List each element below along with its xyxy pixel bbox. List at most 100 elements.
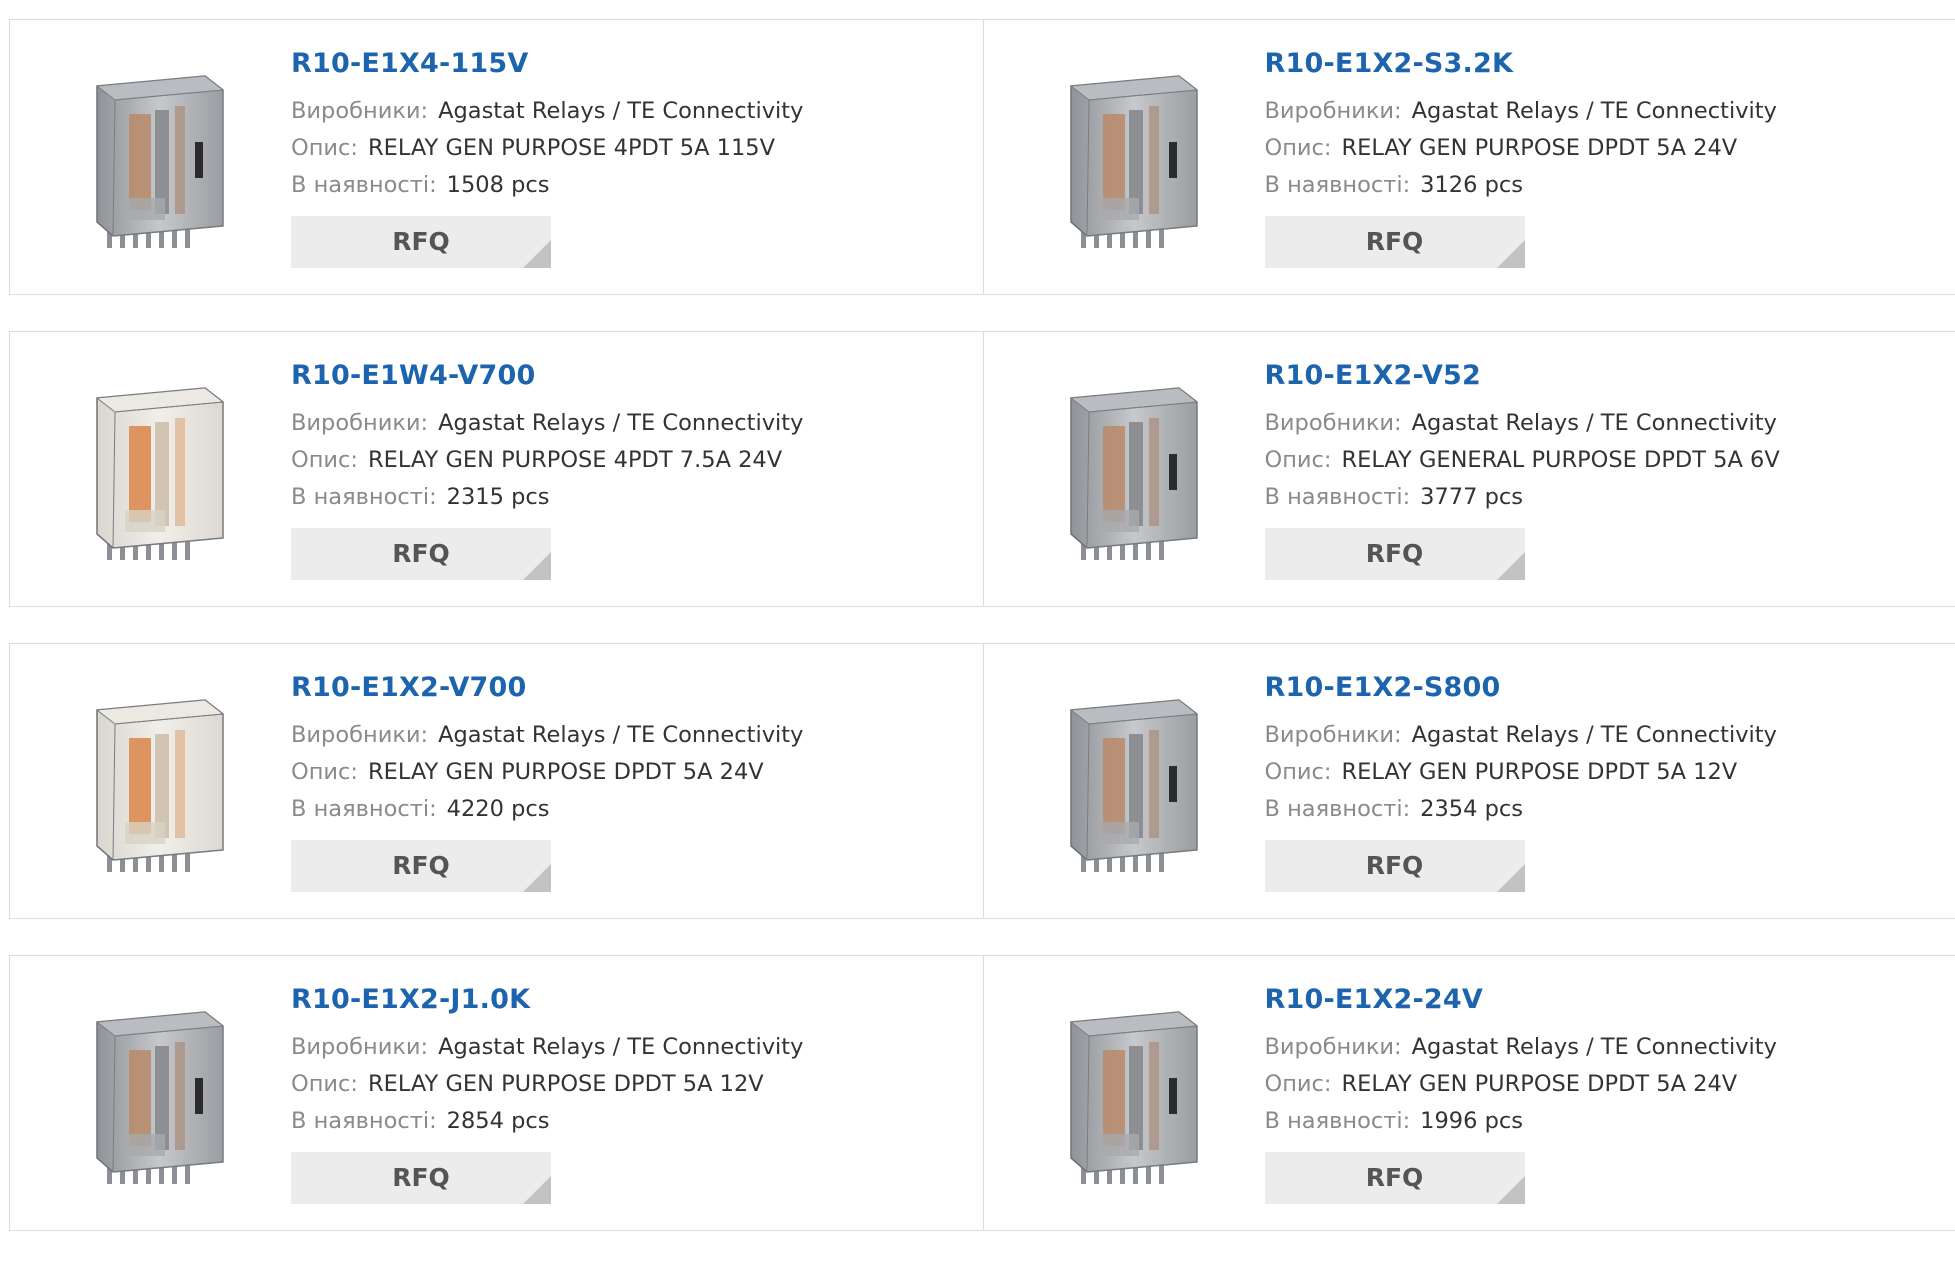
stock-value: 4220 pcs [447, 796, 550, 822]
relay-product-image[interactable] [1029, 994, 1229, 1194]
manufacturer-line: Виробники:Agastat Relays / TE Connectivi… [1265, 405, 1780, 442]
rfq-button[interactable]: RFQ [291, 528, 551, 580]
product-info: R10-E1X2-24V Виробники:Agastat Relays / … [1265, 984, 1777, 1204]
stock-label: В наявності: [291, 796, 437, 822]
stock-value: 1996 pcs [1420, 1108, 1523, 1134]
description-line: Опис:RELAY GEN PURPOSE DPDT 5A 12V [291, 1066, 803, 1103]
stock-label: В наявності: [291, 1108, 437, 1134]
manufacturer-label: Виробники: [291, 98, 428, 124]
stock-line: В наявності: 2315 pcs [291, 479, 803, 516]
description-line: Опис: RELAY GENERAL PURPOSE DPDT 5A 6V [1265, 442, 1780, 479]
manufacturer-line: Виробники:Agastat Relays / TE Connectivi… [291, 1029, 803, 1066]
stock-line: В наявності:1996 pcs [1265, 1103, 1777, 1140]
stock-label: В наявності: [1265, 796, 1411, 822]
description-label: Опис: [1265, 1071, 1332, 1097]
stock-value: 2315 pcs [447, 484, 550, 510]
description-value: RELAY GENERAL PURPOSE DPDT 5A 6V [1342, 447, 1780, 473]
manufacturer-value: Agastat Relays / TE Connectivity [1412, 722, 1777, 748]
product-info: R10-E1W4-V700 Виробники: Agastat Relays /… [291, 360, 803, 580]
description-line: Опис:RELAY GEN PURPOSE DPDT 5A 24V [291, 754, 803, 791]
description-label: Опис: [1265, 447, 1332, 473]
product-row: R10-E1X2-J1.0K Виробники:Agastat Relays … [9, 955, 1955, 1231]
corner-triangle-icon [1497, 240, 1525, 268]
part-number-link[interactable]: R10-E1X2-S3.2K [1265, 48, 1777, 80]
relay-product-image[interactable] [1029, 370, 1229, 570]
product-row: R10-E1X2-V700 Виробники:Agastat Relays /… [9, 643, 1955, 919]
manufacturer-label: Виробники: [291, 410, 428, 436]
description-value: RELAY GEN PURPOSE 4PDT 5A 115V [368, 135, 775, 161]
product-info: R10-E1X2-S800 Виробники:Agastat Relays /… [1265, 672, 1777, 892]
product-row: R10-E1X4-115V Виробники: Agastat Relays /… [9, 19, 1955, 295]
description-value: RELAY GEN PURPOSE 4PDT 7.5A 24V [368, 447, 782, 473]
product-info: R10-E1X2-V52 Виробники:Agastat Relays / … [1265, 360, 1780, 580]
part-number-link[interactable]: R10-E1X2-S800 [1265, 672, 1777, 704]
part-number-link[interactable]: R10-E1X2-V700 [291, 672, 803, 704]
relay-product-image[interactable] [1029, 682, 1229, 882]
manufacturer-line: Виробники: Agastat Relays / TE Connectivi… [291, 405, 803, 442]
product-card: R10-E1X2-J1.0K Виробники:Agastat Relays … [10, 956, 983, 1230]
description-line: Опис: RELAY GEN PURPOSE 4PDT 5A 115V [291, 130, 803, 167]
part-number-link[interactable]: R10-E1X4-115V [291, 48, 803, 80]
description-line: Опис: RELAY GEN PURPOSE DPDT 5A 24V [1265, 130, 1777, 167]
stock-label: В наявності: [291, 484, 437, 510]
rfq-button-label: RFQ [1366, 227, 1424, 256]
stock-value: 3777 pcs [1420, 484, 1523, 510]
rfq-button-label: RFQ [392, 1163, 450, 1192]
description-value: RELAY GEN PURPOSE DPDT 5A 24V [1342, 1071, 1738, 1097]
manufacturer-value: Agastat Relays / TE Connectivity [438, 98, 803, 124]
rfq-button[interactable]: RFQ [291, 1152, 551, 1204]
rfq-button[interactable]: RFQ [1265, 528, 1525, 580]
part-number-link[interactable]: R10-E1X2-24V [1265, 984, 1777, 1016]
stock-line: В наявності:1508 pcs [291, 167, 803, 204]
stock-value: 3126 pcs [1420, 172, 1523, 198]
description-label: Опис: [291, 135, 358, 161]
description-value: RELAY GEN PURPOSE DPDT 5A 24V [368, 759, 764, 785]
corner-triangle-icon [1497, 1176, 1525, 1204]
description-line: Опис: RELAY GEN PURPOSE 4PDT 7.5A 24V [291, 442, 803, 479]
corner-triangle-icon [523, 864, 551, 892]
description-line: Опис:RELAY GEN PURPOSE DPDT 5A 12V [1265, 754, 1777, 791]
manufacturer-value: Agastat Relays / TE Connectivity [1412, 410, 1777, 436]
rfq-button[interactable]: RFQ [1265, 216, 1525, 268]
description-value: RELAY GEN PURPOSE DPDT 5A 12V [368, 1071, 764, 1097]
stock-line: В наявності:2354 pcs [1265, 791, 1777, 828]
manufacturer-line: Виробники: Agastat Relays / TE Connectivi… [291, 93, 803, 130]
manufacturer-line: Виробники:Agastat Relays / TE Connectivi… [291, 717, 803, 754]
stock-line: В наявності:3777 pcs [1265, 479, 1780, 516]
part-number-link[interactable]: R10-E1W4-V700 [291, 360, 803, 392]
description-value: RELAY GEN PURPOSE DPDT 5A 24V [1342, 135, 1738, 161]
stock-value: 2854 pcs [447, 1108, 550, 1134]
rfq-button[interactable]: RFQ [1265, 1152, 1525, 1204]
description-label: Опис: [1265, 759, 1332, 785]
rfq-button[interactable]: RFQ [291, 216, 551, 268]
product-grid: R10-E1X4-115V Виробники: Agastat Relays /… [9, 19, 1955, 1267]
manufacturer-label: Виробники: [291, 1034, 428, 1060]
stock-line: В наявності: 4220 pcs [291, 791, 803, 828]
relay-product-image[interactable] [55, 370, 255, 570]
rfq-button-label: RFQ [392, 227, 450, 256]
rfq-button-label: RFQ [1366, 539, 1424, 568]
part-number-link[interactable]: R10-E1X2-V52 [1265, 360, 1780, 392]
product-card: R10-E1X2-S3.2K Виробники:Agastat Relays … [983, 20, 1955, 294]
product-info: R10-E1X2-V700 Виробники:Agastat Relays /… [291, 672, 803, 892]
relay-product-image[interactable] [55, 994, 255, 1194]
manufacturer-label: Виробники: [1265, 98, 1402, 124]
description-label: Опис: [291, 447, 358, 473]
manufacturer-value: Agastat Relays / TE Connectivity [438, 722, 803, 748]
relay-product-image[interactable] [55, 682, 255, 882]
rfq-button[interactable]: RFQ [291, 840, 551, 892]
description-label: Опис: [1265, 135, 1332, 161]
description-line: Опис: RELAY GEN PURPOSE DPDT 5A 24V [1265, 1066, 1777, 1103]
relay-product-image[interactable] [55, 58, 255, 258]
stock-line: В наявності: 3126 pcs [1265, 167, 1777, 204]
product-info: R10-E1X2-S3.2K Виробники:Agastat Relays … [1265, 48, 1777, 268]
manufacturer-line: Виробники:Agastat Relays / TE Connectivi… [1265, 1029, 1777, 1066]
part-number-link[interactable]: R10-E1X2-J1.0K [291, 984, 803, 1016]
product-card: R10-E1X4-115V Виробники: Agastat Relays /… [10, 20, 983, 294]
stock-label: В наявності: [1265, 172, 1411, 198]
manufacturer-value: Agastat Relays / TE Connectivity [438, 410, 803, 436]
rfq-button[interactable]: RFQ [1265, 840, 1525, 892]
stock-label: В наявності: [291, 172, 437, 198]
relay-product-image[interactable] [1029, 58, 1229, 258]
product-info: R10-E1X4-115V Виробники: Agastat Relays /… [291, 48, 803, 268]
